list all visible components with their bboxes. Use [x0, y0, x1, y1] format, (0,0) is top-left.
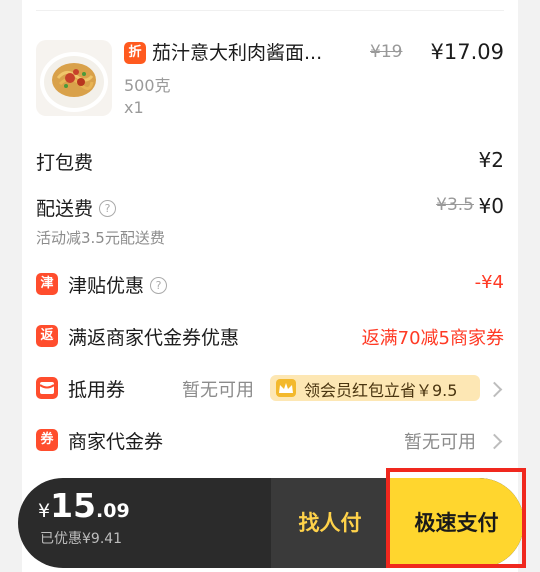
currency-symbol: ¥ [38, 500, 51, 522]
crown-icon [276, 379, 296, 397]
total-decimal: .09 [96, 500, 130, 522]
subsidy-value: -¥4 [474, 272, 504, 293]
total-price: ¥15.09 [38, 486, 130, 525]
delivery-fee-label: 配送费 [36, 198, 94, 220]
voucher-badge: 券 [36, 429, 58, 451]
highlight-box [386, 468, 526, 568]
coupon-value: 暂无可用 [182, 380, 254, 401]
rebate-value: 返满70减5商家券 [361, 328, 504, 349]
original-price: ¥19 [370, 42, 403, 62]
help-icon[interactable]: ? [99, 200, 117, 217]
product-image[interactable] [36, 40, 112, 116]
subsidy-label: 津贴优惠 [68, 275, 145, 297]
voucher-label: 商家代金券 [68, 431, 164, 453]
divider [36, 10, 504, 11]
product-quantity: x1 [124, 98, 144, 117]
discount-badge: 折 [124, 42, 146, 64]
delivery-fee-row: 配送费? [36, 194, 117, 221]
coupon-label: 抵用券 [68, 379, 126, 401]
red-envelope-icon [36, 377, 58, 399]
rebate-badge: 返 [36, 325, 58, 347]
find-someone-pay-button[interactable]: 找人付 [271, 478, 389, 568]
packing-fee-label: 打包费 [36, 152, 94, 174]
subsidy-badge: 津 [36, 273, 58, 295]
subsidy-row: 津贴优惠? [68, 271, 168, 298]
product-spec: 500克 [124, 76, 171, 95]
product-title[interactable]: 茄汁意大利肉酱面... [152, 38, 357, 65]
chevron-right-icon[interactable] [486, 433, 503, 450]
rebate-label: 满返商家代金券优惠 [68, 327, 240, 349]
delivery-fee-original: ¥3.5 [436, 195, 474, 215]
delivery-fee-value: ¥0 [478, 194, 504, 218]
packing-fee-value: ¥2 [478, 148, 504, 172]
chevron-right-icon[interactable] [486, 381, 503, 398]
delivery-fee-note: 活动减3.5元配送费 [36, 229, 165, 247]
voucher-value: 暂无可用 [404, 432, 476, 453]
product-price: ¥17.09 [430, 40, 504, 64]
help-icon[interactable]: ? [150, 277, 168, 294]
saved-amount: 已优惠¥9.41 [40, 531, 123, 547]
total-integer: 15 [50, 486, 97, 525]
vip-promo-text: 领会员红包立省￥9.5 [304, 381, 458, 400]
vip-promo-pill[interactable]: 领会员红包立省￥9.5 [270, 375, 480, 401]
